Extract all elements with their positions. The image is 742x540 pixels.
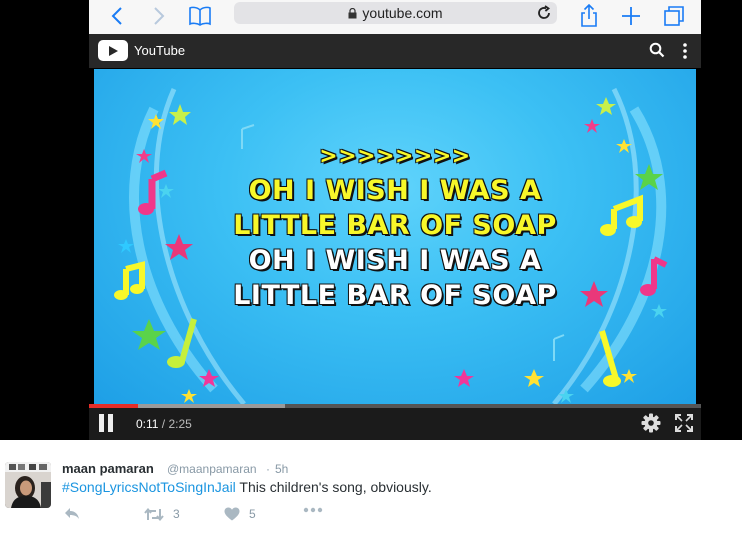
- tweet-author-handle[interactable]: @maanpamaran: [167, 462, 257, 476]
- tweet-text: #SongLyricsNotToSingInJail This children…: [62, 479, 432, 495]
- lock-icon: [348, 7, 357, 19]
- tabs-button[interactable]: [661, 3, 687, 29]
- tweet-actions: 3 5: [62, 507, 362, 527]
- tweet-author-name[interactable]: maan pamaran: [62, 461, 154, 476]
- lyric-arrows: >>>>>>>>: [319, 144, 471, 169]
- more-vertical-icon[interactable]: [682, 42, 688, 65]
- share-icon: [581, 4, 597, 27]
- youtube-header: YouTube: [89, 34, 701, 68]
- duration: 2:25: [168, 417, 192, 431]
- chevron-right-icon: [154, 7, 165, 25]
- safari-toolbar: youtube.com: [89, 0, 701, 34]
- back-button[interactable]: [104, 3, 130, 29]
- retweet-count: 3: [173, 507, 180, 521]
- tweet-hashtag[interactable]: #SongLyricsNotToSingInJail: [62, 479, 236, 495]
- retweet-icon: [144, 507, 164, 521]
- like-button[interactable]: 5: [224, 507, 256, 521]
- more-horizontal-icon: [303, 507, 323, 513]
- fullscreen-icon[interactable]: [675, 414, 693, 437]
- tweet-body: This children's song, obviously.: [235, 479, 432, 495]
- tweet: maan pamaran @maanpamaran · 5h #SongLyri…: [0, 440, 742, 540]
- time-display: 0:11 / 2:25: [136, 417, 192, 431]
- player-controls: 0:11 / 2:25: [89, 408, 701, 440]
- heart-icon: [224, 507, 240, 521]
- tabs-icon: [664, 6, 684, 26]
- reply-icon: [65, 508, 79, 519]
- more-button[interactable]: [303, 507, 323, 513]
- url-text: youtube.com: [362, 5, 443, 21]
- pause-icon[interactable]: [99, 414, 115, 432]
- lyric-line-2: LITTLE BAR OF SOAP: [233, 210, 557, 241]
- time-separator: /: [158, 417, 169, 431]
- lyrics-overlay: >>>>>>>> OH I WISH I WAS A LITTLE BAR OF…: [94, 145, 696, 313]
- video-player[interactable]: >>>>>>>> OH I WISH I WAS A LITTLE BAR OF…: [94, 69, 696, 404]
- retweet-button[interactable]: 3: [144, 507, 180, 521]
- like-count: 5: [249, 507, 256, 521]
- bookmarks-button[interactable]: [187, 3, 213, 29]
- gear-icon[interactable]: [641, 413, 661, 438]
- chevron-left-icon: [111, 7, 122, 25]
- current-time: 0:11: [136, 417, 159, 431]
- lyric-line-3: OH I WISH I WAS A: [248, 245, 542, 276]
- screenshot: youtube.com YouTube >>>>>>>> OH I WISH I…: [0, 0, 742, 540]
- avatar[interactable]: [5, 462, 51, 508]
- reload-icon[interactable]: [537, 5, 551, 20]
- plus-icon: [622, 7, 640, 25]
- reply-button[interactable]: [64, 507, 80, 520]
- book-icon: [189, 6, 211, 26]
- youtube-play-icon[interactable]: [98, 40, 128, 61]
- share-button[interactable]: [576, 3, 602, 29]
- new-tab-button[interactable]: [618, 3, 644, 29]
- lyric-line-1: OH I WISH I WAS A: [248, 175, 542, 206]
- tweet-separator-dot: ·: [266, 462, 270, 476]
- search-icon[interactable]: [649, 42, 665, 63]
- tweet-timestamp[interactable]: 5h: [275, 462, 288, 476]
- address-bar[interactable]: youtube.com: [234, 2, 557, 24]
- youtube-brand[interactable]: YouTube: [134, 43, 185, 58]
- lyric-line-4: LITTLE BAR OF SOAP: [233, 280, 557, 311]
- phone-screen: youtube.com YouTube >>>>>>>> OH I WISH I…: [89, 0, 701, 440]
- forward-button[interactable]: [146, 3, 172, 29]
